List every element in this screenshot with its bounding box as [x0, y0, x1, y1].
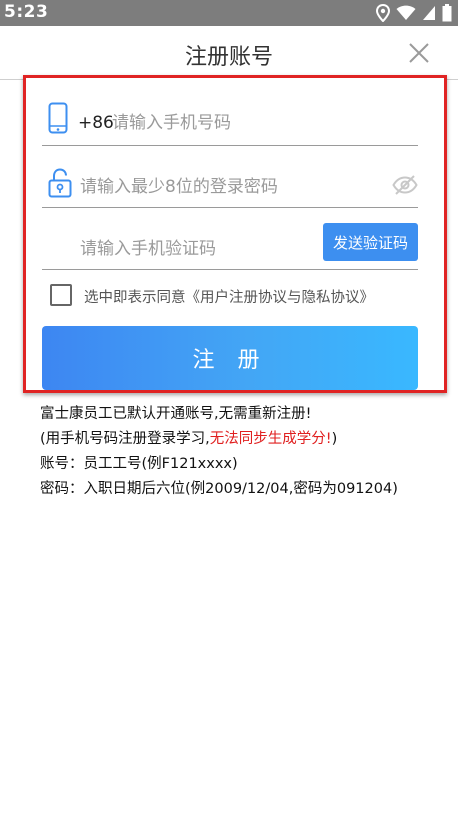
page-title: 注册账号 [184, 45, 273, 70]
password-visibility-toggle[interactable] [392, 174, 418, 196]
status-time: 5:23 [4, 2, 49, 22]
verification-code-field: 发送验证码 [42, 220, 418, 270]
notes-line-2-prefix: (用手机号码注册登录学习, [40, 431, 210, 447]
location-icon [376, 4, 390, 22]
register-form: +86 发送验证码 选中即表示同意《用户注册协议与隐私协议》 注 册 [23, 75, 447, 393]
title-bar: 注册账号 [0, 26, 458, 80]
status-bar: 5:23 [0, 0, 458, 26]
country-code[interactable]: +86 [78, 113, 114, 133]
eye-off-icon [392, 175, 418, 195]
notes-line-2-suffix: ) [331, 431, 338, 447]
status-icons [376, 4, 452, 22]
password-field [42, 158, 418, 208]
agreement-row: 选中即表示同意《用户注册协议与隐私协议》 [50, 282, 430, 308]
notes: 富士康员工已默认开通账号,无需重新注册! (用手机号码注册登录学习,无法同步生成… [40, 402, 450, 502]
notes-line-1: 富士康员工已默认开通账号,无需重新注册! [40, 406, 312, 422]
lock-icon [48, 168, 72, 198]
agreement-label[interactable]: 选中即表示同意《用户注册协议与隐私协议》 [84, 286, 374, 307]
password-input[interactable] [80, 174, 380, 200]
close-icon [409, 43, 429, 63]
notes-line-4: 密码：入职日期后六位(例2009/12/04,密码为091204) [40, 481, 398, 497]
notes-line-2-warning: 无法同步生成学分! [209, 431, 332, 447]
wifi-icon [396, 5, 416, 20]
notes-line-3: 账号：员工工号(例F121xxxx) [40, 456, 238, 472]
notes-line-2: (用手机号码注册登录学习,无法同步生成学分!) [40, 427, 450, 452]
phone-icon [48, 102, 68, 134]
close-button[interactable] [408, 42, 430, 64]
register-button[interactable]: 注 册 [42, 326, 418, 390]
verification-code-input[interactable] [80, 236, 310, 262]
battery-icon [442, 4, 452, 22]
phone-field: +86 [42, 94, 418, 146]
signal-icon [423, 6, 435, 20]
send-code-button[interactable]: 发送验证码 [323, 223, 418, 261]
agreement-checkbox[interactable] [50, 284, 72, 306]
phone-input[interactable] [112, 110, 402, 136]
